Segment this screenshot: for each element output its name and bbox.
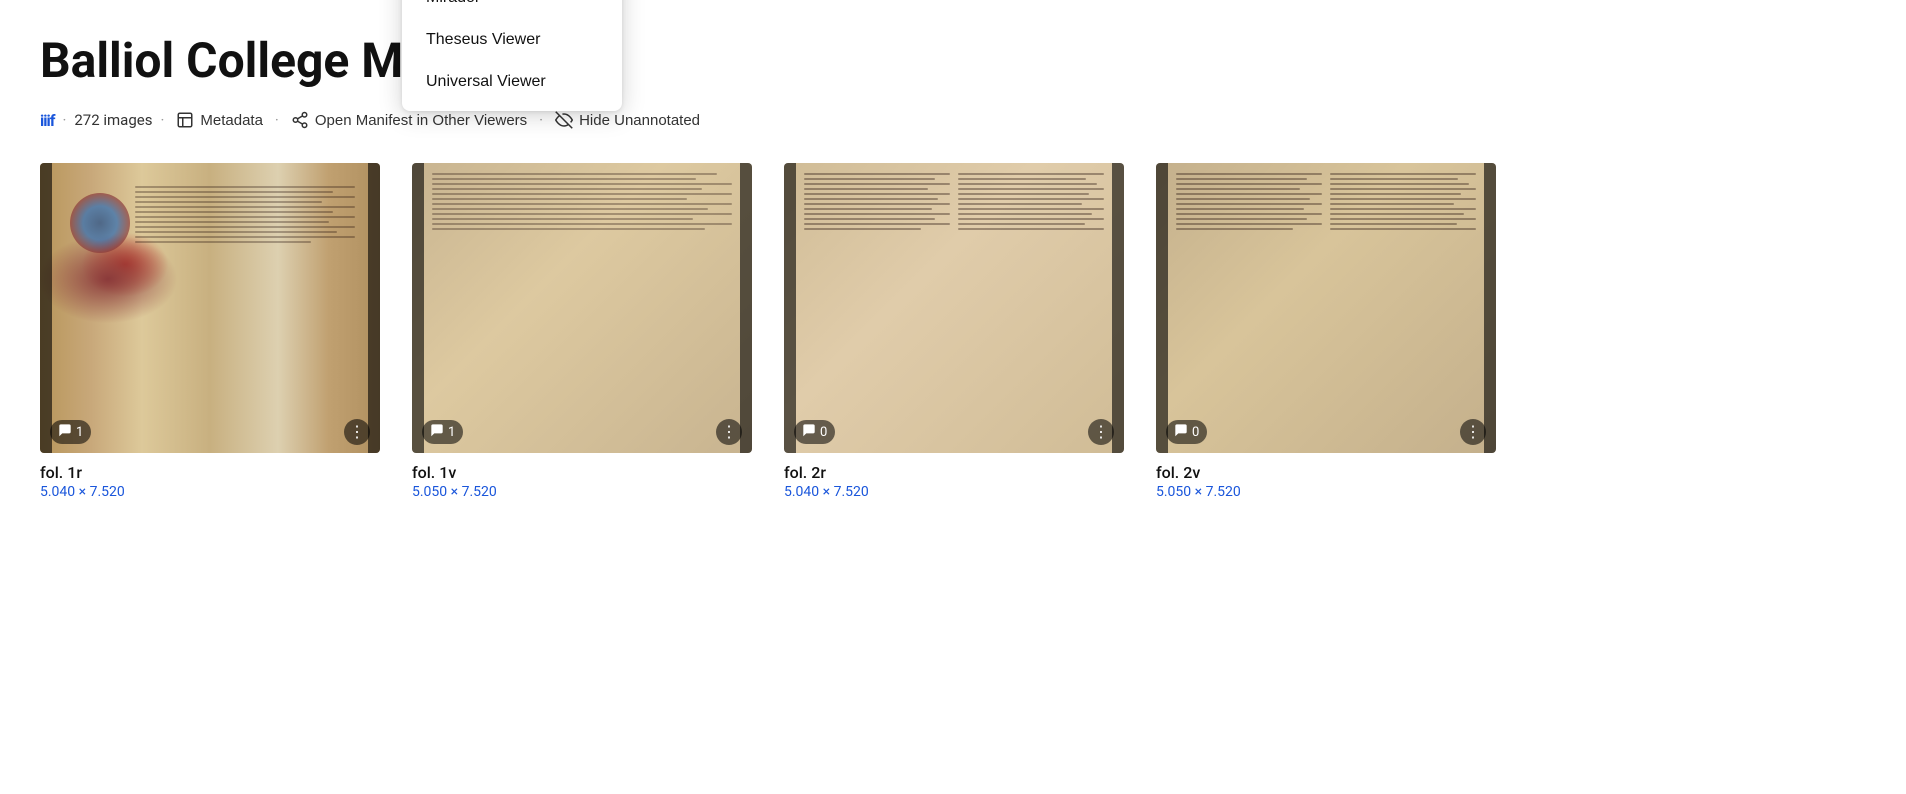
image-label-2v: fol. 2v bbox=[1156, 463, 1496, 482]
annotation-badge-1r: 1 bbox=[50, 420, 91, 444]
hide-icon bbox=[555, 111, 573, 129]
annotation-count-2r: 0 bbox=[820, 425, 827, 440]
metadata-label: Metadata bbox=[200, 112, 263, 129]
thumb-right-shadow-2v bbox=[1484, 163, 1496, 453]
hide-unannotated-label: Hide Unannotated bbox=[579, 112, 700, 129]
image-dims-2v: 5.050 × 7.520 bbox=[1156, 484, 1496, 500]
thumb-footer-1v: 1 ⋮ bbox=[412, 411, 752, 453]
image-dims-2r: 5.040 × 7.520 bbox=[784, 484, 1124, 500]
image-thumb-fol-1r[interactable]: 1 ⋮ bbox=[40, 163, 380, 453]
manuscript-lines bbox=[50, 173, 370, 443]
thumb-left-shadow-2r bbox=[784, 163, 796, 453]
more-button-2v[interactable]: ⋮ bbox=[1460, 419, 1486, 445]
annotation-icon-2r bbox=[802, 423, 816, 441]
image-thumb-fol-2v[interactable]: 0 ⋮ bbox=[1156, 163, 1496, 453]
annotation-badge-1v: 1 bbox=[422, 420, 463, 444]
dot-2: · bbox=[160, 111, 164, 129]
annotation-count-2v: 0 bbox=[1192, 425, 1199, 440]
viewer-dropdown: Clover Glycerine liiive.now Mirador Thes… bbox=[402, 0, 622, 111]
image-card-fol-2r: 0 ⋮ fol. 2r 5.040 × 7.520 bbox=[784, 163, 1124, 500]
annotation-count-1r: 1 bbox=[76, 425, 83, 440]
thumb-footer-2r: 0 ⋮ bbox=[784, 411, 1124, 453]
annotation-badge-2r: 0 bbox=[794, 420, 835, 444]
toolbar: iiif · 272 images · Metadata · Open Mani… bbox=[40, 109, 1866, 131]
thumb-footer-1r: 1 ⋮ bbox=[40, 411, 380, 453]
thumb-left-shadow-2v bbox=[1156, 163, 1168, 453]
dot-1: · bbox=[62, 111, 66, 129]
image-label-2r: fol. 2r bbox=[784, 463, 1124, 482]
image-dims-1r: 5.040 × 7.520 bbox=[40, 484, 380, 500]
image-card-fol-2v: 0 ⋮ fol. 2v 5.050 × 7.520 bbox=[1156, 163, 1496, 500]
thumb-right-shadow-1v bbox=[740, 163, 752, 453]
annotation-icon-2v bbox=[1174, 423, 1188, 441]
more-button-2r[interactable]: ⋮ bbox=[1088, 419, 1114, 445]
more-button-1v[interactable]: ⋮ bbox=[716, 419, 742, 445]
image-label-1r: fol. 1r bbox=[40, 463, 380, 482]
image-thumb-fol-1v[interactable]: 1 ⋮ bbox=[412, 163, 752, 453]
annotation-count-1v: 1 bbox=[448, 425, 455, 440]
image-dims-1v: 5.050 × 7.520 bbox=[412, 484, 752, 500]
open-manifest-label: Open Manifest in Other Viewers bbox=[315, 112, 527, 129]
dot-3: · bbox=[275, 111, 279, 129]
thumb-footer-2v: 0 ⋮ bbox=[1156, 411, 1496, 453]
hide-unannotated-button[interactable]: Hide Unannotated bbox=[551, 109, 704, 131]
dropdown-item-universal[interactable]: Universal Viewer bbox=[402, 61, 622, 103]
dot-4: · bbox=[539, 111, 543, 129]
dropdown-item-mirador[interactable]: Mirador bbox=[402, 0, 622, 19]
image-card-fol-1v: 1 ⋮ fol. 1v 5.050 × 7.520 Clover Glyceri… bbox=[412, 163, 752, 500]
image-thumb-fol-2r[interactable]: 0 ⋮ bbox=[784, 163, 1124, 453]
thumb-left-shadow-1v bbox=[412, 163, 424, 453]
dropdown-menu: Clover Glycerine liiive.now Mirador Thes… bbox=[402, 0, 622, 111]
images-grid: 1 ⋮ fol. 1r 5.040 × 7.520 bbox=[40, 163, 1866, 500]
more-button-1r[interactable]: ⋮ bbox=[344, 419, 370, 445]
open-manifest-button[interactable]: Open Manifest in Other Viewers bbox=[287, 109, 531, 131]
page-title: Balliol College MS 238A bbox=[40, 32, 1866, 89]
image-card-fol-1r: 1 ⋮ fol. 1r 5.040 × 7.520 bbox=[40, 163, 380, 500]
metadata-button[interactable]: Metadata bbox=[172, 109, 267, 131]
thumb-right-shadow bbox=[368, 163, 380, 453]
annotation-icon-1r bbox=[58, 423, 72, 441]
share-icon bbox=[291, 111, 309, 129]
dropdown-item-theseus[interactable]: Theseus Viewer bbox=[402, 19, 622, 61]
annotation-icon-1v bbox=[430, 423, 444, 441]
image-count: 272 images bbox=[74, 111, 152, 129]
metadata-icon bbox=[176, 111, 194, 129]
thumb-right-shadow-2r bbox=[1112, 163, 1124, 453]
annotation-badge-2v: 0 bbox=[1166, 420, 1207, 444]
image-label-1v: fol. 1v bbox=[412, 463, 752, 482]
iiif-logo: iiif bbox=[40, 111, 54, 130]
